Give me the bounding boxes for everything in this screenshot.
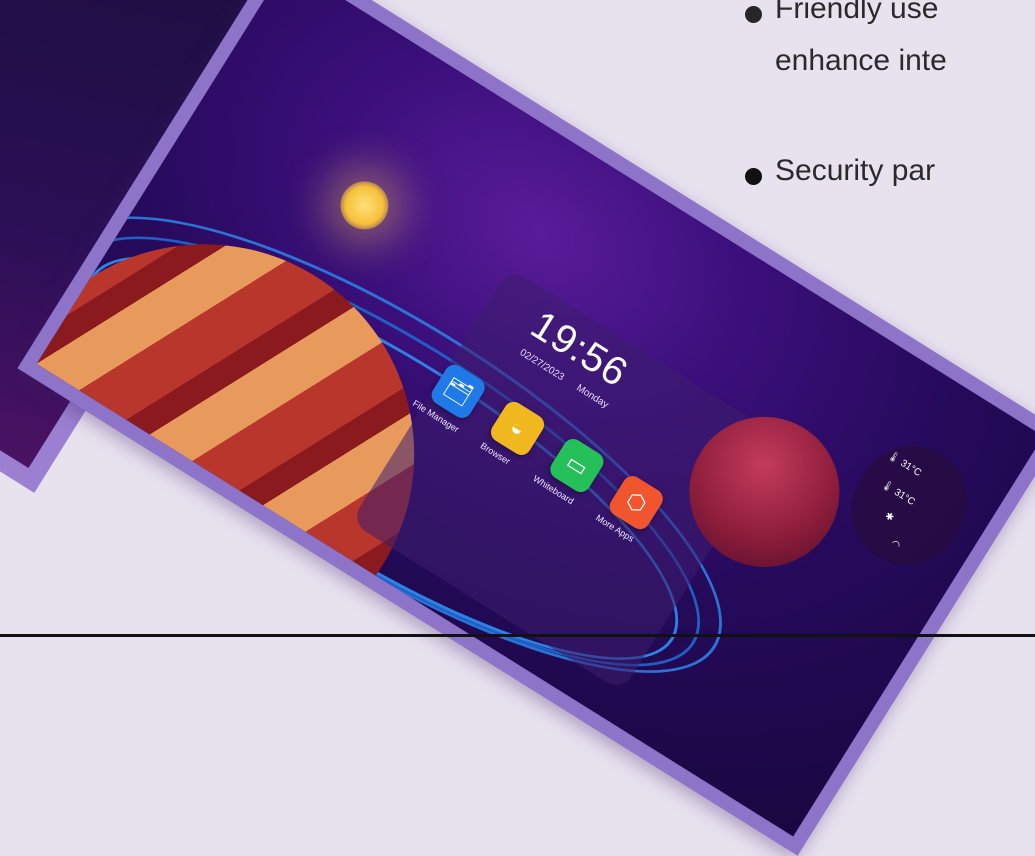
bullet-2: Security par xyxy=(775,154,936,187)
browser-icon: ◒ xyxy=(505,413,531,443)
tablet-frame: 19:56 02/27/2023 Monday 🗂 File Manager ◒… xyxy=(17,0,1035,856)
home-screen: 19:56 02/27/2023 Monday 🗂 File Manager ◒… xyxy=(36,0,1035,837)
bullet-1-line-1: Friendly use xyxy=(775,0,939,25)
bullet-dot xyxy=(745,6,762,23)
whiteboard-icon: ▭ xyxy=(561,448,593,482)
folder-icon: 🗂 xyxy=(439,372,477,409)
sun-graphic xyxy=(331,172,398,239)
more-apps-icon: ⬡ xyxy=(621,486,652,518)
bullet-1-line-2: enhance inte xyxy=(775,44,947,77)
bullet-dot xyxy=(745,168,762,185)
